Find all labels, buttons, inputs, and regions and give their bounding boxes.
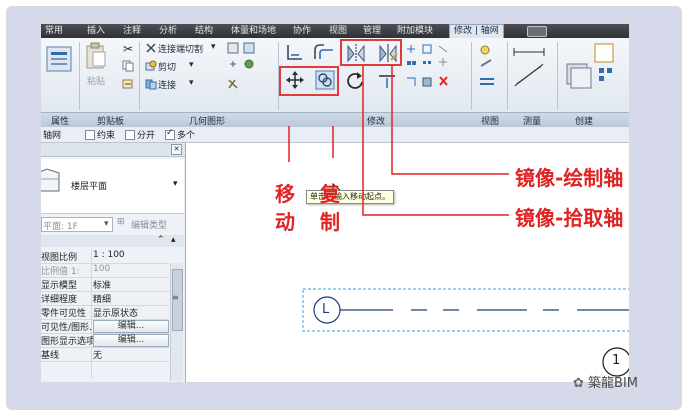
wechat-icon: ✿ xyxy=(573,376,584,391)
annotation-mirror-pick: 镜像-拾取轴 xyxy=(515,206,624,230)
watermark-text: 築龍BIM xyxy=(588,376,639,391)
annotation-move: 移动 xyxy=(275,182,295,234)
watermark: ✿ 築龍BIM xyxy=(573,372,638,391)
annotation-copy: 复制 xyxy=(320,182,340,234)
annotation-mirror-draw: 镜像-绘制轴 xyxy=(515,166,624,190)
